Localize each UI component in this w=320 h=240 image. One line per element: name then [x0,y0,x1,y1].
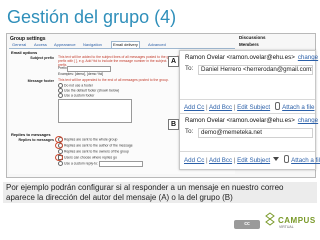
reply-option-custom[interactable]: Use a custom reply-to: [58,161,98,166]
footer-textarea[interactable] [58,99,132,123]
change-link-b[interactable]: change [298,117,318,124]
license-badge: cc [234,220,260,229]
dropdown-arrow-icon [273,157,280,161]
campus-brand: CAMPUS [278,216,316,225]
divider [180,113,315,114]
reply-option-group[interactable]: Replies are sent to the whole group [58,137,117,142]
members-link[interactable]: Members [239,42,259,47]
tab-navigation[interactable]: Navigation [82,42,103,48]
tab-general[interactable]: General [11,42,27,48]
to-field-a[interactable]: Daniel Herrero <herrerodan@gmail.com> [198,65,313,75]
footer-option-custom[interactable]: Use a custom footer [58,93,94,98]
subject-prefix-label: Subject prefix [30,56,54,60]
attach-file-link[interactable]: Attach a file [291,157,320,164]
tab-access[interactable]: Access [33,42,48,48]
reply-option-owners[interactable]: Replies are sent to the owners of the gr… [58,149,129,154]
compose-links-a: Add Cc | Add Bcc | Edit Subject Attach a … [184,102,315,111]
tab-appearance[interactable]: Appearance [53,42,77,48]
divider [180,151,315,152]
from-row-b: Ramon Ovelar <ramon.ovelar@ehu.es> change [185,117,318,125]
replies-label: Replies to messages [18,138,54,142]
caption-text: Por ejemplo podrán configurar si al resp… [3,182,317,203]
reply-option-author[interactable]: Replies are sent to the author of the me… [58,143,133,148]
campus-logo-icon [265,212,275,226]
radio-icon [58,93,63,98]
marker-b: B [168,119,179,130]
custom-reply-input[interactable] [99,161,143,167]
campus-sub: VIRTUAL [279,225,294,229]
to-label: To: [185,65,194,72]
highlight-circle [55,154,63,161]
replies-heading: Replies to messages [11,132,51,137]
marker-a: A [168,56,179,67]
divider [180,99,315,100]
attach-file-link[interactable]: Attach a file [282,104,314,111]
to-field-b[interactable]: demo@memeteka.net [198,128,313,138]
add-bcc-link[interactable]: Add Bcc [209,157,232,164]
add-bcc-link[interactable]: Add Bcc [209,104,232,111]
edit-subject-link[interactable]: Edit Subject [237,104,270,111]
paperclip-icon [275,102,281,110]
add-cc-link[interactable]: Add Cc [184,157,204,164]
radio-icon [58,161,63,166]
change-link-a[interactable]: change [298,54,318,61]
tab-email-delivery[interactable]: Email delivery [111,41,140,48]
settings-tabs: General Access Appearance Navigation Ema… [9,41,235,49]
highlight-circle [55,142,63,149]
prefix-examples: Examples: [demo], [demo %d] [58,72,104,76]
add-cc-link[interactable]: Add Cc [184,104,204,111]
compose-links-b: Add Cc | Add Bcc | Edit Subject Attach a … [184,155,320,164]
from-address: Ramon Ovelar <ramon.ovelar@ehu.es> [185,54,295,61]
paperclip-icon [284,155,290,163]
to-row-b: To: [185,128,198,136]
page-title: Gestión del grupo (4) [7,7,177,27]
from-row: Ramon Ovelar <ramon.ovelar@ehu.es> change [185,54,318,62]
to-label: To: [185,128,194,135]
email-options-heading: Email options [11,50,38,55]
reply-option-choose[interactable]: Users can choose where replies go [58,155,117,160]
discussions-link[interactable]: Discussions [239,35,266,40]
edit-subject-link[interactable]: Edit Subject [237,157,270,164]
from-address: Ramon Ovelar <ramon.ovelar@ehu.es> [185,117,295,124]
message-footer-label: Message footer [27,79,54,83]
footer-logos: cc CAMPUS VIRTUAL [234,209,318,237]
mail-compose-inset: Ramon Ovelar <ramon.ovelar@ehu.es> change… [179,50,320,170]
tab-advanced[interactable]: Advanced [147,42,167,48]
